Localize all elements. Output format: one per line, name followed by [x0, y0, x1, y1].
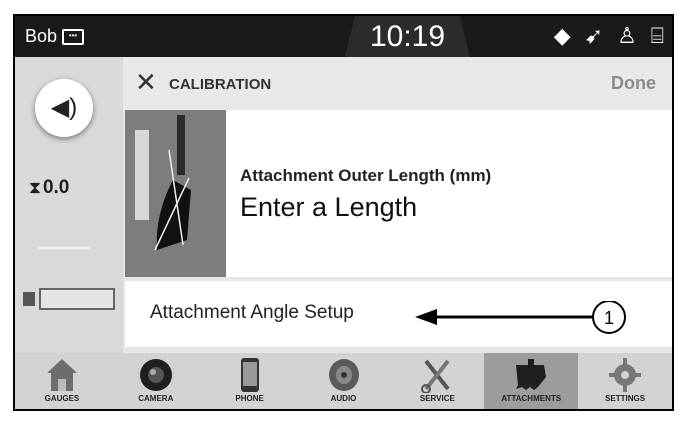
attachment-length-row[interactable]: Attachment Outer Length (mm) Enter a Len…: [125, 110, 672, 277]
calibration-header: ✕ CALIBRATION Done: [123, 57, 672, 110]
nav-label: SETTINGS: [605, 394, 646, 403]
user-name: Bob: [25, 26, 58, 46]
volume-button[interactable]: ◀): [35, 79, 93, 137]
nav-label: CAMERA: [138, 394, 174, 403]
rabbit-icon[interactable]: ➹: [585, 24, 603, 48]
nav-label: GAUGES: [44, 394, 80, 403]
angle-setup-label: Attachment Angle Setup: [150, 302, 354, 323]
nav-phone[interactable]: PHONE: [203, 353, 297, 409]
wrench-icon: [421, 359, 450, 393]
keyboard-icon: •••: [62, 29, 85, 46]
nav-camera[interactable]: CAMERA: [109, 353, 203, 409]
callout-arrow: 1: [415, 301, 637, 334]
nav-settings[interactable]: SETTINGS: [578, 353, 672, 409]
close-icon[interactable]: ✕: [135, 67, 157, 98]
nav-audio[interactable]: AUDIO: [297, 353, 391, 409]
nav-service[interactable]: SERVICE: [390, 353, 484, 409]
nav-label: PHONE: [235, 394, 264, 403]
nav-attachments[interactable]: ATTACHMENTS: [484, 353, 579, 409]
callout-number: 1: [604, 308, 614, 328]
house-icon: [46, 359, 77, 391]
fuel-gauge: [23, 288, 115, 310]
nav-label: AUDIO: [330, 394, 357, 403]
nav-label: ATTACHMENTS: [501, 394, 562, 403]
nav-gauges[interactable]: GAUGES: [15, 353, 109, 409]
panel-divider: [39, 247, 89, 249]
fuel-pump-icon: [23, 292, 35, 306]
warning-icon[interactable]: ◆: [554, 24, 571, 48]
clock: 10:19: [369, 20, 446, 53]
done-button[interactable]: Done: [611, 73, 656, 94]
hour-meter-value: 0.0: [42, 177, 70, 198]
fuel-level-bar: [39, 288, 115, 310]
bottom-nav: GAUGES CAMERA PHONE AUDIO SERVICE ATTACH…: [15, 353, 672, 409]
gear-icon: [609, 358, 642, 392]
user-profile[interactable]: Bob •••: [25, 26, 85, 47]
status-icons: ◆ ➹ ♙ ⌸: [554, 24, 664, 48]
speaker-icon: ◀): [50, 94, 78, 121]
hour-meter: ⧗ 0.0: [29, 177, 69, 199]
phone-icon: [240, 358, 259, 392]
attachment-length-label: Attachment Outer Length (mm): [240, 166, 492, 185]
angle-setup-row[interactable]: Attachment Angle Setup 1: [125, 281, 672, 347]
hourglass-icon: ⧗: [29, 178, 41, 197]
camera-icon: [139, 359, 172, 391]
left-panel: ◀) ⧗ 0.0: [15, 57, 123, 353]
operator-icon[interactable]: ♙: [617, 24, 637, 48]
speaker-icon: [328, 359, 359, 391]
nav-label: SERVICE: [419, 394, 455, 403]
screen-frame: Bob ••• 10:19 ◆ ➹ ♙ ⌸ ◀) ⧗ 0.0 ✕ CALIBRATI…: [13, 14, 674, 411]
bucket-icon: [516, 359, 547, 390]
attachment-length-value[interactable]: Enter a Length: [240, 192, 417, 223]
page-title: CALIBRATION: [169, 76, 272, 93]
status-bar: Bob ••• 10:19 ◆ ➹ ♙ ⌸: [15, 16, 672, 57]
machine-status-icon[interactable]: ⌸: [651, 24, 664, 48]
attachment-illustration: [125, 110, 226, 277]
